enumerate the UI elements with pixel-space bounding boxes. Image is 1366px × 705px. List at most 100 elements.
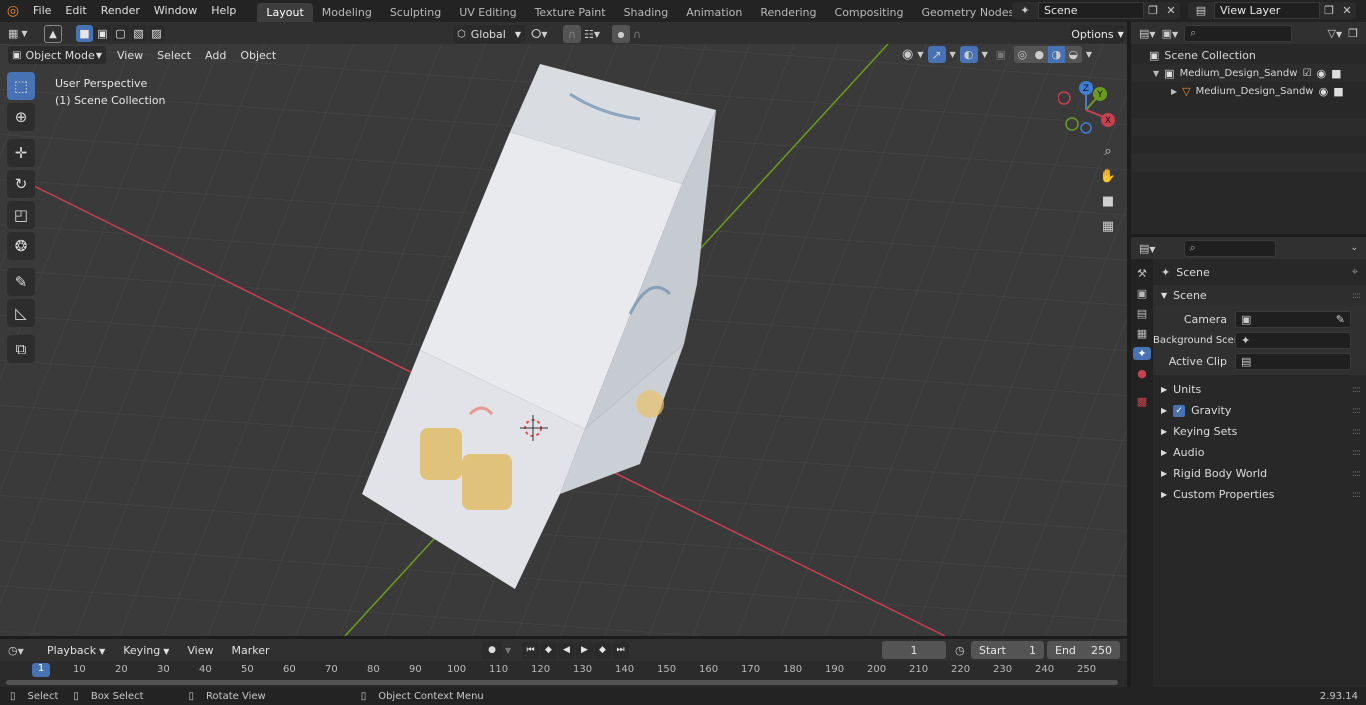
exclude-checkbox-icon[interactable]: ☑ (1303, 68, 1312, 79)
3d-viewport[interactable]: User Perspective (1) Scene Collection ⬚ … (0, 44, 1127, 636)
tab-compositing[interactable]: Compositing (826, 3, 913, 22)
view-layer-name-field[interactable]: View Layer (1214, 2, 1320, 19)
menu-render[interactable]: Render (94, 0, 147, 22)
outliner-search-input[interactable]: ⌕ (1184, 24, 1293, 42)
outliner-row-root[interactable]: ▣ Scene Collection (1131, 46, 1366, 64)
timeline-ruler[interactable]: 1 10 20 30 40 50 60 70 80 90 100 110 120… (0, 661, 1127, 679)
active-tool-icon[interactable]: ▲ (44, 25, 62, 43)
end-frame-field[interactable]: End 250 (1047, 641, 1120, 659)
select-subtract-icon[interactable]: ▢ (112, 25, 129, 42)
tab-animation[interactable]: Animation (677, 3, 751, 22)
gravity-panel-header[interactable]: ▶ ✓ Gravity :::: (1153, 400, 1366, 421)
menu-window[interactable]: Window (147, 0, 204, 22)
cursor-tool-icon[interactable]: ⊕ (7, 103, 35, 131)
scene-tab-icon[interactable]: ✦ (1133, 347, 1151, 360)
new-collection-icon[interactable]: ❐ (1348, 27, 1358, 40)
move-tool-icon[interactable]: ✛ (7, 139, 35, 167)
texture-tab-icon[interactable]: ▩ (1137, 395, 1147, 408)
tab-geometry-nodes[interactable]: Geometry Nodes (912, 3, 1023, 22)
drag-handle-icon[interactable]: :::: (1352, 406, 1361, 416)
eyedropper-icon[interactable]: ✎ (1336, 313, 1345, 326)
timeline-scrollbar[interactable] (6, 680, 1118, 685)
select-new-icon[interactable]: ■ (76, 25, 93, 42)
active-clip-field[interactable]: ▤ (1235, 353, 1351, 370)
jump-keyframe-forward-icon[interactable]: ◆ (594, 641, 611, 659)
play-reverse-icon[interactable]: ◀ (558, 641, 575, 659)
pan-hand-icon[interactable]: ✋ (1097, 165, 1119, 187)
navigation-gizmo[interactable]: Z Y X (1058, 80, 1120, 142)
chevron-down-icon[interactable]: ▼ (505, 646, 511, 655)
select-extend-icon[interactable]: ▣ (94, 25, 111, 42)
timeline-menu-keying[interactable]: Keying ▼ (116, 644, 176, 657)
object-mode-dropdown[interactable]: ▣ Object Mode ▼ (8, 46, 106, 64)
tab-shading[interactable]: Shading (615, 3, 678, 22)
camera-view-icon[interactable]: ■ (1097, 190, 1119, 212)
select-box-tool-icon[interactable]: ⬚ (7, 72, 35, 100)
properties-editor-type-icon[interactable]: ▤▼ (1139, 242, 1156, 255)
menu-help[interactable]: Help (204, 0, 243, 22)
current-frame-field[interactable]: 1 (882, 641, 946, 659)
play-icon[interactable]: ▶ (576, 641, 593, 659)
proportional-falloff-icon[interactable]: ∩ (633, 25, 655, 43)
jump-keyframe-back-icon[interactable]: ◆ (540, 641, 557, 659)
select-intersect-icon[interactable]: ▨ (148, 25, 165, 42)
gizmo-toggle-icon[interactable]: ↗ (927, 46, 946, 63)
record-button[interactable]: ● (482, 641, 502, 659)
display-mode-icon[interactable]: ▣▼ (1162, 27, 1179, 40)
drag-handle-icon[interactable]: :::: (1352, 448, 1361, 458)
timeline-menu-view[interactable]: View (180, 644, 220, 657)
stopwatch-icon[interactable]: ◷ (955, 644, 965, 657)
filter-icon[interactable]: ▽▼ (1328, 27, 1343, 40)
viewport-menu-select[interactable]: Select (150, 49, 198, 62)
visibility-icon[interactable]: ◉ (902, 47, 913, 62)
scene-panel-header[interactable]: ▼ Scene :::: (1153, 285, 1366, 306)
editor-type-button[interactable]: ▦ ▼ (8, 25, 36, 42)
rendered-shading-icon[interactable]: ◒ (1064, 46, 1082, 63)
eye-icon[interactable]: ◉ (1317, 67, 1327, 80)
gravity-checkbox[interactable]: ✓ (1173, 404, 1186, 417)
snap-toggle[interactable]: ∩ (563, 25, 581, 43)
tab-texture-paint[interactable]: Texture Paint (526, 3, 615, 22)
tool-tab-icon[interactable]: ⚒ (1137, 267, 1147, 280)
camera-icon[interactable]: ■ (1331, 67, 1341, 80)
tab-layout[interactable]: Layout (257, 3, 313, 22)
camera-icon[interactable]: ■ (1333, 85, 1343, 98)
eye-icon[interactable]: ◉ (1319, 85, 1329, 98)
transform-tool-icon[interactable]: ❂ (7, 232, 35, 260)
timeline-editor-type-icon[interactable]: ◷▼ (8, 644, 36, 657)
jump-start-icon[interactable]: ⏮ (522, 641, 539, 659)
view-layer-selector[interactable]: ▤ View Layer ❐ ✕ (1188, 2, 1356, 19)
delete-scene-icon[interactable]: ✕ (1162, 2, 1180, 19)
start-frame-field[interactable]: Start 1 (971, 641, 1044, 659)
snap-target-dropdown[interactable]: ☷ ▼ (584, 25, 606, 43)
annotate-tool-icon[interactable]: ✎ (7, 268, 35, 296)
view-layer-tab-icon[interactable]: ▦ (1137, 327, 1147, 340)
menu-file[interactable]: File (26, 0, 58, 22)
outliner-row-collection[interactable]: ▼ ▣ Medium_Design_Sandwich_Br ☑ ◉ ■ (1131, 64, 1366, 82)
proportional-edit-toggle[interactable]: ● (612, 25, 630, 43)
transform-orientation-dropdown[interactable]: ⬡ Global ▼ (453, 25, 525, 43)
outliner-row-object[interactable]: ▶ ▽ Medium_Design_Sandwic ◉ ■ (1131, 82, 1366, 100)
timeline-menu-marker[interactable]: Marker (224, 644, 276, 657)
timeline-menu-playback[interactable]: Playback ▼ (40, 644, 112, 657)
tab-uv-editing[interactable]: UV Editing (450, 3, 525, 22)
blender-logo-icon[interactable]: ◎ (0, 0, 26, 22)
zoom-icon[interactable]: ⌕ (1097, 140, 1119, 162)
xray-toggle-icon[interactable]: ▣ (992, 46, 1010, 63)
outliner-editor-type-icon[interactable]: ▤▼ (1139, 27, 1156, 40)
drag-handle-icon[interactable]: :::: (1352, 291, 1361, 301)
scene-selector[interactable]: ✦ Scene ❐ ✕ (1012, 2, 1180, 19)
viewport-menu-add[interactable]: Add (198, 49, 233, 62)
scene-name-field[interactable]: Scene (1038, 2, 1144, 19)
new-view-layer-icon[interactable]: ❐ (1320, 2, 1338, 19)
perspective-toggle-icon[interactable]: ▦ (1097, 215, 1119, 237)
rigid-body-world-panel-header[interactable]: ▶ Rigid Body World :::: (1153, 463, 1366, 484)
viewport-menu-object[interactable]: Object (233, 49, 283, 62)
overlays-toggle-icon[interactable]: ◐ (959, 46, 978, 63)
jump-end-icon[interactable]: ⏭ (612, 641, 629, 659)
camera-field[interactable]: ▣ ✎ (1235, 311, 1351, 328)
tab-rendering[interactable]: Rendering (751, 3, 825, 22)
rotate-tool-icon[interactable]: ↻ (7, 170, 35, 198)
select-difference-icon[interactable]: ▧ (130, 25, 147, 42)
pin-icon[interactable]: ⌖ (1352, 265, 1358, 279)
